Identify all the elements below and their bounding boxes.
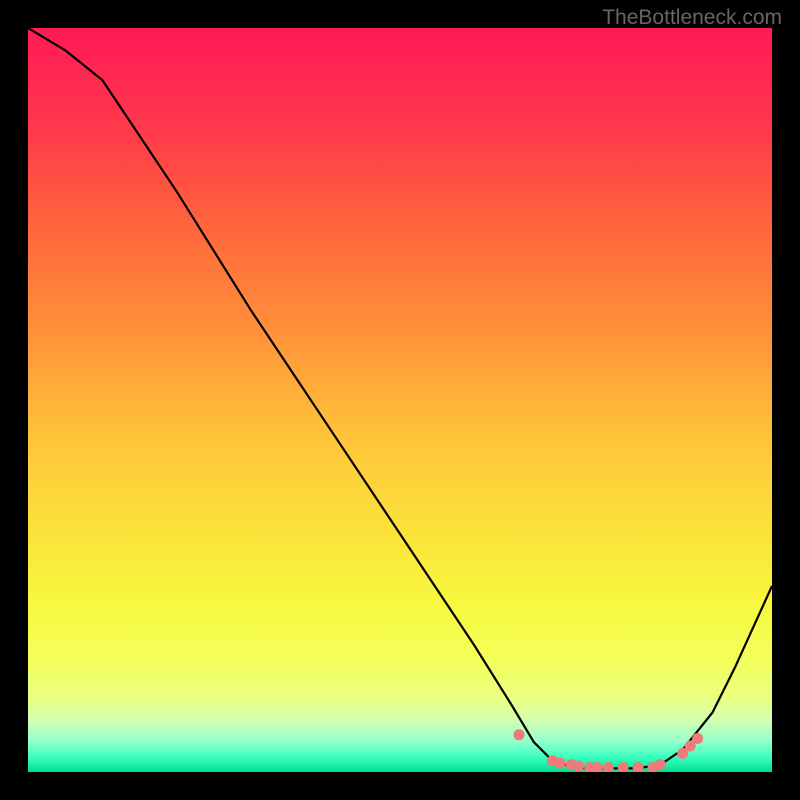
attribution-text: TheBottleneck.com — [602, 6, 782, 30]
data-point — [618, 762, 629, 772]
data-point — [692, 733, 703, 744]
data-point — [655, 759, 666, 770]
bottleneck-curve — [28, 28, 772, 768]
data-point — [573, 761, 584, 772]
data-point — [514, 729, 525, 740]
data-point — [633, 762, 644, 772]
plot-area — [28, 28, 772, 772]
data-point — [603, 762, 614, 772]
curve-layer — [28, 28, 772, 772]
data-point — [555, 758, 566, 769]
